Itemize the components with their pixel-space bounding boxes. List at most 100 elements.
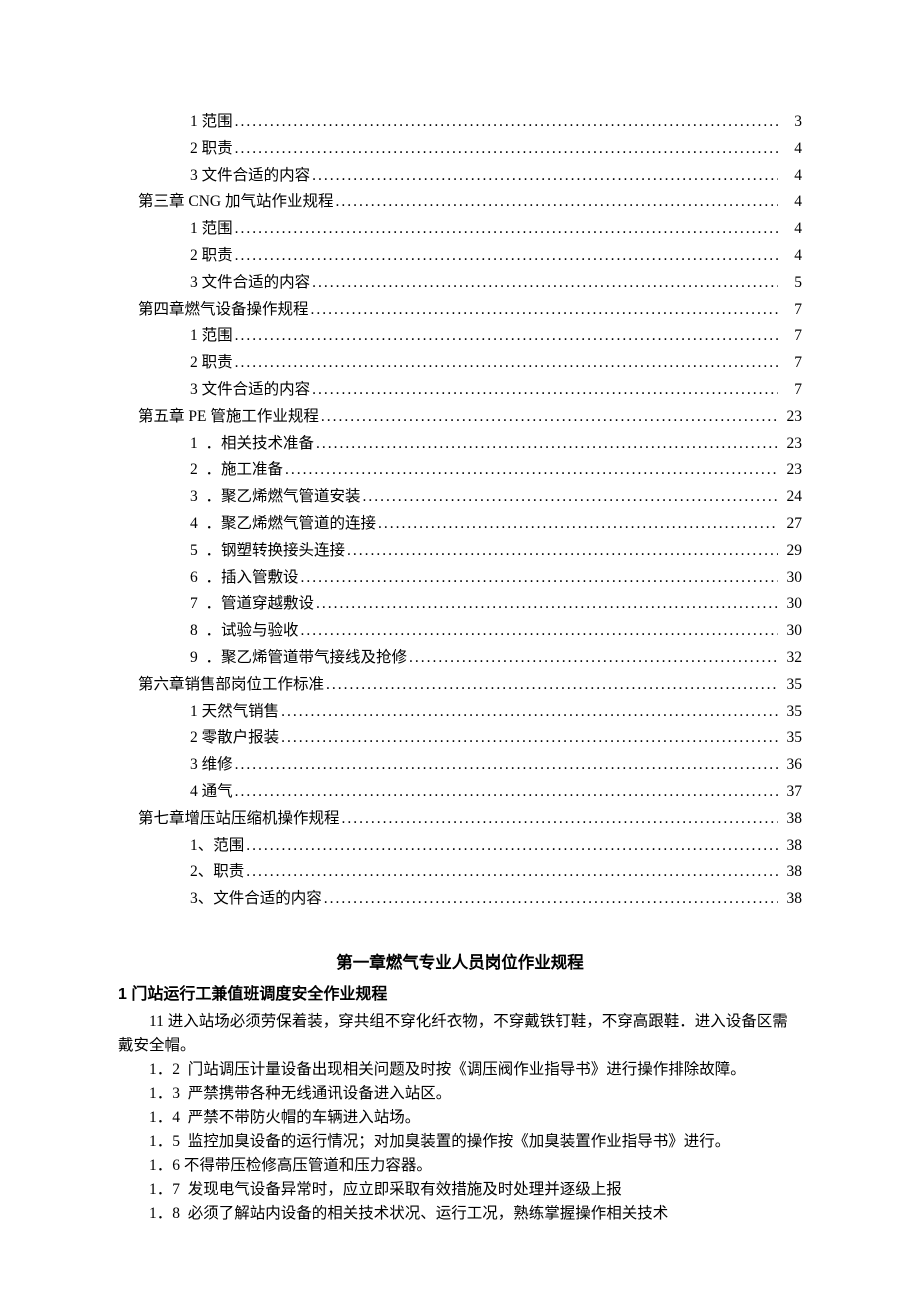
toc-page-number: 35 — [780, 673, 802, 698]
toc-label: 1 天然气销售 — [190, 700, 279, 725]
toc-entry[interactable]: 3 文件合适的内容 7 — [118, 378, 802, 403]
toc-leader-dots — [363, 485, 778, 510]
toc-leader-dots — [312, 378, 778, 403]
toc-entry[interactable]: 1 天然气销售 35 — [118, 700, 802, 725]
toc-leader-dots — [235, 137, 778, 162]
toc-entry[interactable]: 2、职责 38 — [118, 860, 802, 885]
toc-page-number: 37 — [780, 780, 802, 805]
toc-page-number: 38 — [780, 860, 802, 885]
toc-page-number: 7 — [780, 351, 802, 376]
toc-leader-dots — [312, 271, 778, 296]
toc-leader-dots — [235, 753, 778, 778]
toc-entry[interactable]: 1 范围 3 — [118, 110, 802, 135]
toc-entry[interactable]: 第五章 PE 管施工作业规程 23 — [118, 405, 802, 430]
toc-leader-dots — [316, 592, 778, 617]
toc-leader-dots — [301, 619, 778, 644]
toc-label: 第七章增压站压缩机操作规程 — [138, 807, 340, 832]
toc-leader-dots — [321, 405, 778, 430]
toc-leader-dots — [235, 324, 778, 349]
toc-page-number: 29 — [780, 539, 802, 564]
toc-page-number: 4 — [780, 217, 802, 242]
toc-label: 第三章 CNG 加气站作业规程 — [138, 190, 333, 215]
body-line: 1．4 严禁不带防火帽的车辆进入站场。 — [118, 1106, 802, 1130]
toc-entry[interactable]: 3 文件合适的内容4 — [118, 164, 802, 189]
toc-page-number: 7 — [780, 324, 802, 349]
toc-entry[interactable]: 第七章增压站压缩机操作规程 38 — [118, 807, 802, 832]
toc-label: 2 ．施工准备 — [190, 458, 283, 483]
toc-entry[interactable]: 3 ．聚乙烯燃气管道安装 24 — [118, 485, 802, 510]
toc-label: 2 职责 — [190, 137, 233, 162]
toc-entry[interactable]: 第三章 CNG 加气站作业规程 4 — [118, 190, 802, 215]
toc-entry[interactable]: 1、范围 38 — [118, 834, 802, 859]
toc-entry[interactable]: 7 ．管道穿越敷设30 — [118, 592, 802, 617]
toc-page-number: 7 — [780, 378, 802, 403]
toc-leader-dots — [311, 298, 778, 323]
toc-label: 1 范围 — [190, 110, 233, 135]
toc-page-number: 38 — [780, 807, 802, 832]
toc-leader-dots — [301, 566, 778, 591]
document-page: 1 范围32 职责43 文件合适的内容4第三章 CNG 加气站作业规程41 范围… — [0, 0, 920, 1286]
toc-entry[interactable]: 1 ．相关技术准备23 — [118, 432, 802, 457]
toc-page-number: 38 — [780, 887, 802, 912]
toc-page-number: 4 — [780, 190, 802, 215]
toc-page-number: 24 — [780, 485, 802, 510]
toc-label: 2 职责 — [190, 351, 233, 376]
table-of-contents: 1 范围32 职责43 文件合适的内容4第三章 CNG 加气站作业规程41 范围… — [118, 110, 802, 912]
toc-label: 1 范围 — [190, 324, 233, 349]
toc-label: 7 ．管道穿越敷设 — [190, 592, 314, 617]
toc-entry[interactable]: 3 文件合适的内容5 — [118, 271, 802, 296]
toc-leader-dots — [378, 512, 778, 537]
chapter-heading: 第一章燃气专业人员岗位作业规程 — [118, 950, 802, 976]
body-line: 1．7 发现电气设备异常时，应立即采取有效措施及时处理并逐级上报 — [118, 1178, 802, 1202]
toc-entry[interactable]: 2 ．施工准备23 — [118, 458, 802, 483]
toc-entry[interactable]: 2 职责4 — [118, 137, 802, 162]
toc-leader-dots — [246, 860, 778, 885]
toc-leader-dots — [235, 110, 778, 135]
toc-entry[interactable]: 3、文件合适的内容38 — [118, 887, 802, 912]
toc-entry[interactable]: 2 零散户报装35 — [118, 726, 802, 751]
toc-entry[interactable]: 8 ．试验与验收30 — [118, 619, 802, 644]
body-line: 1．2 门站调压计量设备出现相关问题及时按《调压阀作业指导书》进行操作排除故障。 — [118, 1058, 802, 1082]
toc-entry[interactable]: 5 ．钢塑转换接头连接 29 — [118, 539, 802, 564]
toc-label: 1 范围 — [190, 217, 233, 242]
toc-page-number: 4 — [780, 244, 802, 269]
toc-page-number: 38 — [780, 834, 802, 859]
section-body: 11 进入站场必须劳保着装，穿共组不穿化纤衣物，不穿戴铁钉鞋，不穿高跟鞋．进入设… — [118, 1010, 802, 1226]
toc-entry[interactable]: 4 ．聚乙烯燃气管道的连接27 — [118, 512, 802, 537]
toc-label: 3 ．聚乙烯燃气管道安装 — [190, 485, 361, 510]
toc-label: 4 ．聚乙烯燃气管道的连接 — [190, 512, 376, 537]
toc-page-number: 35 — [780, 700, 802, 725]
toc-page-number: 35 — [780, 726, 802, 751]
toc-entry[interactable]: 1 范围 7 — [118, 324, 802, 349]
toc-label: 第四章燃气设备操作规程 — [138, 298, 309, 323]
toc-leader-dots — [285, 458, 778, 483]
toc-entry[interactable]: 2 职责 4 — [118, 244, 802, 269]
toc-entry[interactable]: 第六章销售部岗位工作标准 35 — [118, 673, 802, 698]
toc-entry[interactable]: 第四章燃气设备操作规程7 — [118, 298, 802, 323]
toc-label: 2 职责 — [190, 244, 233, 269]
toc-page-number: 23 — [780, 405, 802, 430]
toc-entry[interactable]: 4 通气37 — [118, 780, 802, 805]
section-heading: 1 门站运行工兼值班调度安全作业规程 — [118, 982, 802, 1008]
body-line: 1．5 监控加臭设备的运行情况；对加臭装置的操作按《加臭装置作业指导书》进行。 — [118, 1130, 802, 1154]
toc-label: 1 ．相关技术准备 — [190, 432, 314, 457]
toc-entry[interactable]: 9 ．聚乙烯管道带气接线及抢修32 — [118, 646, 802, 671]
toc-leader-dots — [235, 780, 778, 805]
toc-label: 第五章 PE 管施工作业规程 — [138, 405, 319, 430]
toc-entry[interactable]: 1 范围 4 — [118, 217, 802, 242]
toc-entry[interactable]: 2 职责 7 — [118, 351, 802, 376]
toc-page-number: 36 — [780, 753, 802, 778]
toc-leader-dots — [335, 190, 778, 215]
toc-entry[interactable]: 3 维修36 — [118, 753, 802, 778]
toc-label: 2、职责 — [190, 860, 244, 885]
toc-label: 第六章销售部岗位工作标准 — [138, 673, 324, 698]
toc-label: 5 ．钢塑转换接头连接 — [190, 539, 345, 564]
toc-label: 3 文件合适的内容 — [190, 378, 310, 403]
toc-leader-dots — [235, 217, 778, 242]
toc-leader-dots — [326, 673, 778, 698]
toc-page-number: 32 — [780, 646, 802, 671]
toc-label: 1、范围 — [190, 834, 244, 859]
toc-page-number: 3 — [780, 110, 802, 135]
toc-entry[interactable]: 6 ．插入管敷设30 — [118, 566, 802, 591]
toc-leader-dots — [342, 807, 778, 832]
